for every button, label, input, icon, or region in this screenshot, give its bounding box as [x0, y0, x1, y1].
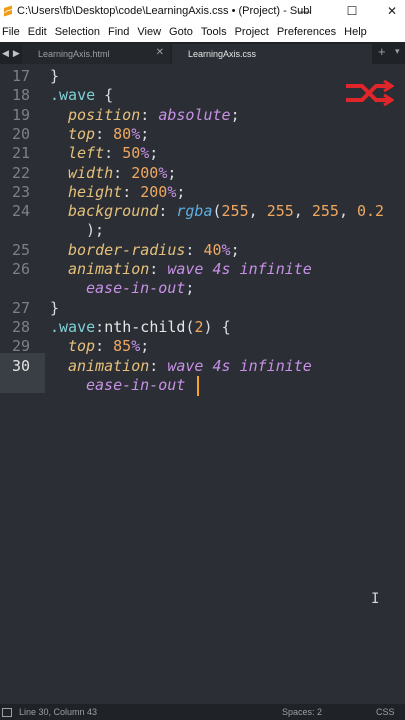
menu-find[interactable]: Find: [103, 26, 134, 38]
line-number: 25: [11, 241, 30, 259]
menu-file[interactable]: File: [0, 26, 25, 38]
line-number: 27: [11, 299, 30, 317]
code-line-30-wrap: ease-in-out: [86, 376, 195, 394]
menu-preferences[interactable]: Preferences: [272, 26, 341, 38]
sublime-text-icon: [3, 5, 13, 17]
tab-nav: ◀ ▶: [2, 42, 20, 64]
menu-goto[interactable]: Goto: [164, 26, 198, 38]
tab-bar: ◀ ▶ LearningAxis.html ✕ LearningAxis.css…: [0, 42, 405, 64]
menu-tools[interactable]: Tools: [196, 26, 232, 38]
line-number: 18: [11, 86, 30, 104]
code-line-25: border-radius: 40%;: [68, 241, 240, 259]
code-line-26: animation: wave 4s infinite: [68, 260, 312, 278]
status-bar: Line 30, Column 43 Spaces: 2 CSS: [0, 704, 405, 720]
code-line-29: top: 85%;: [68, 337, 150, 355]
line-number: 20: [11, 125, 30, 143]
tab-list-chevron-icon[interactable]: ▾: [395, 46, 400, 57]
menu-edit[interactable]: Edit: [23, 26, 52, 38]
tab-learningaxis-css[interactable]: LearningAxis.css: [172, 44, 372, 64]
line-number: 17: [11, 67, 30, 85]
menu-bar: File Edit Selection Find View Goto Tools…: [0, 22, 405, 42]
tab-label: LearningAxis.html: [38, 49, 110, 59]
tab-learningaxis-html[interactable]: LearningAxis.html ✕: [22, 44, 170, 64]
syntax-selector[interactable]: CSS: [376, 707, 395, 717]
code-line-17: }: [50, 67, 60, 85]
red-crossed-arrows-logo: [344, 78, 395, 108]
line-number: 21: [11, 144, 30, 162]
menu-selection[interactable]: Selection: [50, 26, 105, 38]
code-line-21: left: 50%;: [68, 144, 159, 162]
line-number: 24: [11, 202, 30, 220]
text-caret: [197, 376, 199, 396]
maximize-button[interactable]: ☐: [337, 0, 367, 22]
tab-next-icon[interactable]: ▶: [13, 48, 20, 59]
tab-close-icon[interactable]: ✕: [156, 47, 164, 58]
line-number-current: 30: [11, 357, 30, 375]
panel-toggle-icon[interactable]: [2, 707, 12, 717]
code-editor[interactable]: 17 18 19 20 21 22 23 24 25 26 27 28 29 3…: [0, 64, 405, 704]
code-line-28: .wave:nth-child(2) {: [50, 318, 231, 336]
tab-label: LearningAxis.css: [188, 49, 257, 59]
code-line-18: .wave {: [50, 86, 114, 104]
line-number: 29: [11, 337, 30, 355]
title-bar: C:\Users\fb\Desktop\code\LearningAxis.cs…: [0, 0, 405, 22]
menu-view[interactable]: View: [132, 26, 166, 38]
line-number: 28: [11, 318, 30, 336]
cursor-position: Line 30, Column 43: [19, 707, 98, 717]
line-number: 26: [11, 260, 30, 278]
indentation-setting[interactable]: Spaces: 2: [282, 707, 322, 717]
text-cursor-icon: I: [371, 591, 380, 607]
code-line-26-wrap: ease-in-out;: [86, 279, 195, 297]
window-title: C:\Users\fb\Desktop\code\LearningAxis.cs…: [17, 5, 312, 17]
menu-help[interactable]: Help: [339, 26, 372, 38]
code-line-23: height: 200%;: [68, 183, 186, 201]
code-line-24-wrap: );: [86, 221, 105, 239]
code-line-30: animation: wave 4s infinite: [68, 357, 312, 375]
code-line-20: top: 80%;: [68, 125, 150, 143]
minimize-button[interactable]: —: [290, 0, 320, 22]
new-tab-plus-icon[interactable]: +: [378, 44, 386, 59]
line-number: 22: [11, 164, 30, 182]
line-number: 23: [11, 183, 30, 201]
menu-project[interactable]: Project: [230, 26, 274, 38]
code-line-27: }: [50, 299, 60, 317]
line-number: 19: [11, 106, 30, 124]
code-line-22: width: 200%;: [68, 164, 177, 182]
tab-prev-icon[interactable]: ◀: [2, 48, 9, 59]
code-line-19: position: absolute;: [68, 106, 240, 124]
code-line-24: background: rgba(255, 255, 255, 0.2: [68, 202, 385, 220]
close-window-button[interactable]: ✕: [377, 0, 405, 22]
